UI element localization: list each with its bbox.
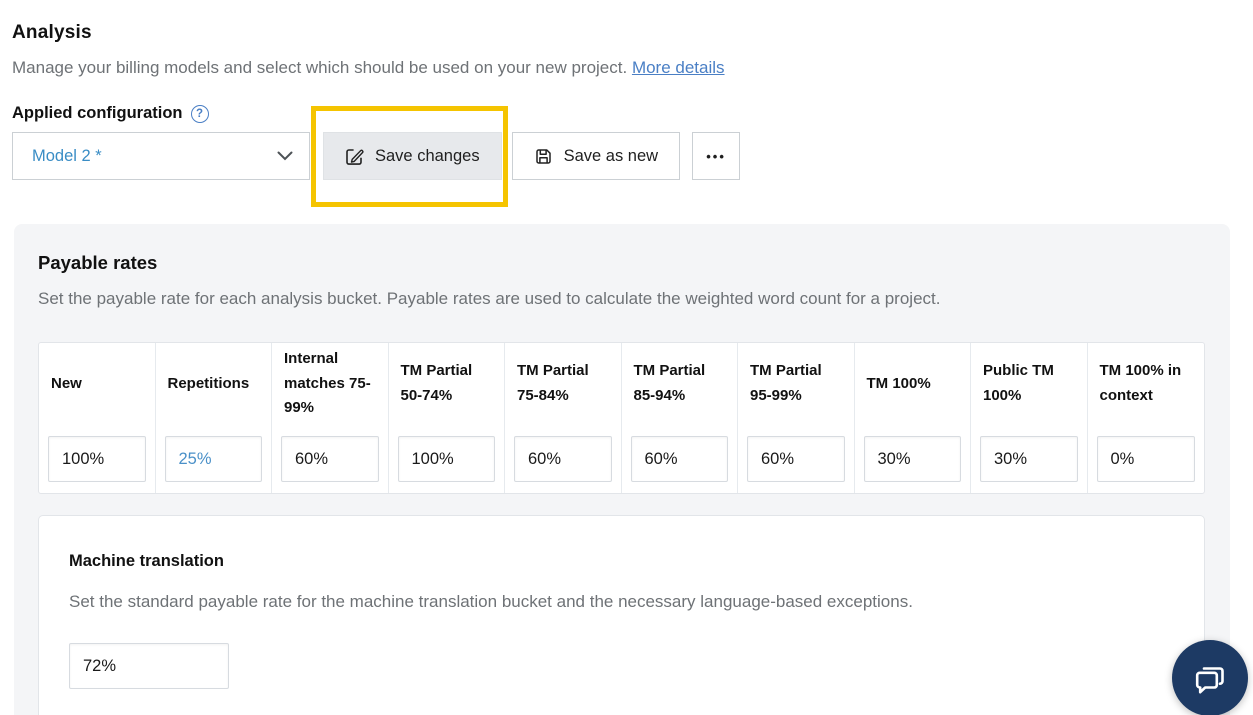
machine-translation-title: Machine translation <box>69 552 224 570</box>
rate-input[interactable] <box>397 436 495 482</box>
rate-input[interactable] <box>980 436 1078 482</box>
payable-rates-title: Payable rates <box>38 252 158 273</box>
analysis-settings-page: Analysis Manage your billing models and … <box>0 0 1253 715</box>
rate-input[interactable] <box>514 436 612 482</box>
rate-cell <box>622 425 738 493</box>
column-header: Internal matches 75-99% <box>272 343 389 425</box>
rate-input[interactable] <box>747 436 845 482</box>
applied-configuration-section: Applied configuration ? Model 2 * Save c… <box>0 78 1253 180</box>
column-header: TM Partial 95-99% <box>738 343 855 425</box>
rate-cell <box>971 425 1088 493</box>
more-details-link[interactable]: More details <box>632 58 725 77</box>
machine-translation-rate-input[interactable] <box>69 643 229 689</box>
rate-input[interactable] <box>281 436 379 482</box>
rate-cell <box>738 425 855 493</box>
edit-icon <box>346 148 364 165</box>
save-as-new-button[interactable]: Save as new <box>511 132 681 180</box>
more-options-button[interactable]: ••• <box>692 132 741 180</box>
chat-bubbles-icon <box>1195 667 1224 694</box>
rate-input[interactable] <box>863 436 961 482</box>
rate-cell <box>1088 425 1205 493</box>
rate-cell <box>39 425 156 493</box>
applied-configuration-label: Applied configuration <box>12 104 183 122</box>
rate-input[interactable] <box>164 436 262 482</box>
save-changes-label: Save changes <box>375 146 480 165</box>
configuration-controls: Model 2 * Save changes Save as new ••• <box>12 132 1253 180</box>
column-header: TM Partial 75-84% <box>505 343 622 425</box>
selected-model-label: Model 2 * <box>32 146 102 165</box>
chevron-down-icon <box>277 151 293 161</box>
rate-input[interactable] <box>1096 436 1195 482</box>
column-header: Repetitions <box>156 343 272 425</box>
subtitle-text: Manage your billing models and select wh… <box>12 58 628 77</box>
rate-input[interactable] <box>48 436 146 482</box>
rate-cell <box>389 425 505 493</box>
machine-translation-description: Set the standard payable rate for the ma… <box>69 592 913 611</box>
page-header: Analysis Manage your billing models and … <box>0 0 1253 78</box>
chat-widget-button[interactable] <box>1172 640 1248 715</box>
rate-cell <box>855 425 971 493</box>
column-header: TM Partial 50-74% <box>389 343 505 425</box>
save-changes-button[interactable]: Save changes <box>323 132 502 180</box>
column-header: TM 100% <box>855 343 971 425</box>
column-header: Public TM 100% <box>971 343 1088 425</box>
payable-rates-description: Set the payable rate for each analysis b… <box>38 289 941 308</box>
column-header: TM Partial 85-94% <box>622 343 738 425</box>
rate-cell <box>272 425 389 493</box>
rate-cell <box>505 425 622 493</box>
model-select[interactable]: Model 2 * <box>12 132 310 180</box>
page-title: Analysis <box>12 22 92 43</box>
payable-rates-card: Payable rates Set the payable rate for e… <box>14 224 1230 715</box>
column-header: TM 100% in context <box>1099 362 1182 404</box>
save-as-new-label: Save as new <box>563 146 659 165</box>
save-icon <box>535 148 551 164</box>
ellipsis-icon: ••• <box>706 148 726 164</box>
help-icon[interactable]: ? <box>190 104 209 123</box>
machine-translation-card: Machine translation Set the standard pay… <box>38 515 1205 715</box>
column-header: New <box>39 343 156 425</box>
page-subtitle: Manage your billing models and select wh… <box>12 58 1253 78</box>
rate-cell <box>156 425 272 493</box>
payable-rates-table: New Repetitions Internal matches 75-99% … <box>38 342 1205 494</box>
rate-input[interactable] <box>630 436 728 482</box>
